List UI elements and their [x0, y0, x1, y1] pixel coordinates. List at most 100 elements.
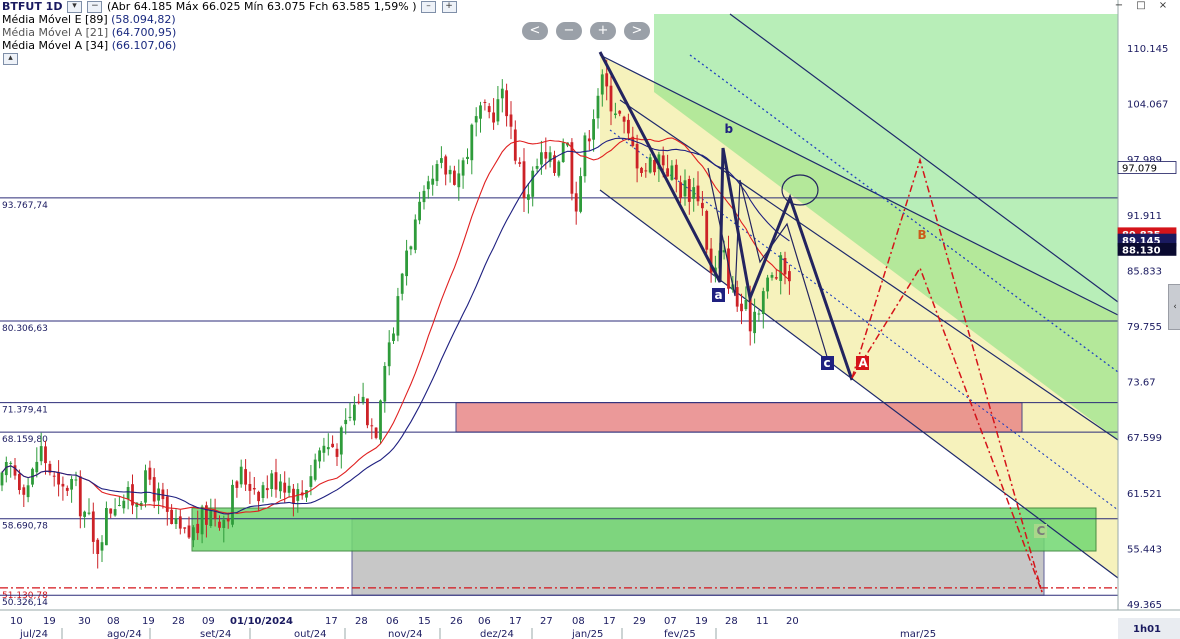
candle-body[interactable]: [405, 250, 408, 277]
candle-body[interactable]: [96, 539, 100, 554]
candle-body[interactable]: [396, 296, 400, 336]
candle-body[interactable]: [696, 185, 700, 202]
candle-body[interactable]: [322, 445, 326, 453]
candle-body[interactable]: [213, 511, 217, 519]
candle-body[interactable]: [644, 170, 648, 172]
price-tag-0[interactable]: 97.079: [1122, 164, 1157, 175]
candle-body[interactable]: [496, 99, 500, 122]
candle-body[interactable]: [109, 508, 113, 514]
candle-body[interactable]: [235, 481, 239, 488]
candle-body[interactable]: [170, 509, 173, 524]
candle-body[interactable]: [409, 246, 413, 250]
candle-body[interactable]: [505, 90, 508, 117]
candle-body[interactable]: [270, 473, 274, 489]
wave-label-4[interactable]: B: [918, 228, 927, 242]
candle-body[interactable]: [26, 485, 30, 498]
candle-body[interactable]: [13, 465, 17, 476]
candle-body[interactable]: [540, 152, 543, 165]
price-chart[interactable]: 93.767,7480.306,6371.379,4168.159,8058.6…: [0, 0, 1180, 639]
candle-body[interactable]: [39, 446, 43, 462]
candle-body[interactable]: [244, 469, 247, 485]
candle-body[interactable]: [683, 180, 687, 197]
candle-body[interactable]: [165, 496, 169, 512]
wave-label-1[interactable]: b: [725, 122, 734, 136]
price-scale-handle[interactable]: ‹: [1168, 284, 1180, 330]
candle-body[interactable]: [252, 488, 256, 490]
candle-body[interactable]: [687, 179, 691, 202]
candle-body[interactable]: [527, 194, 530, 200]
interval-label[interactable]: 1h01: [1133, 624, 1161, 635]
green-support-zone[interactable]: [191, 507, 1097, 552]
candle-body[interactable]: [65, 487, 69, 491]
candle-body[interactable]: [513, 129, 517, 161]
candle-body[interactable]: [692, 187, 696, 199]
candle-body[interactable]: [574, 193, 578, 212]
candle-body[interactable]: [518, 162, 522, 164]
candle-body[interactable]: [313, 459, 317, 480]
candle-body[interactable]: [461, 160, 465, 176]
candle-body[interactable]: [622, 116, 626, 122]
candle-body[interactable]: [22, 487, 26, 495]
candle-body[interactable]: [231, 484, 234, 525]
candle-body[interactable]: [148, 467, 152, 480]
candle-body[interactable]: [200, 506, 204, 535]
candle-body[interactable]: [339, 427, 343, 455]
candle-body[interactable]: [78, 476, 82, 517]
candle-body[interactable]: [18, 473, 21, 490]
red-resistance-zone[interactable]: [455, 402, 1023, 433]
candle-body[interactable]: [531, 170, 535, 197]
candle-body[interactable]: [174, 518, 178, 524]
candle-body[interactable]: [400, 273, 404, 294]
candle-body[interactable]: [83, 511, 86, 517]
candle-body[interactable]: [287, 485, 291, 493]
candle-body[interactable]: [740, 303, 743, 312]
candle-body[interactable]: [122, 500, 126, 509]
price-tag-3[interactable]: 88.130: [1122, 245, 1161, 256]
candle-body[interactable]: [666, 168, 669, 177]
settings-icon[interactable]: ▾: [66, 1, 82, 13]
candle-body[interactable]: [105, 508, 108, 546]
candle-body[interactable]: [44, 446, 47, 464]
candle-body[interactable]: [753, 311, 756, 334]
candle-body[interactable]: [348, 416, 352, 418]
candle-body[interactable]: [466, 156, 469, 159]
candle-body[interactable]: [113, 509, 117, 516]
candle-body[interactable]: [187, 525, 191, 538]
collapse-icon[interactable]: −: [87, 1, 103, 13]
candle-body[interactable]: [579, 176, 582, 212]
candle-body[interactable]: [383, 366, 387, 402]
candle-body[interactable]: [509, 114, 513, 127]
candle-body[interactable]: [261, 485, 265, 498]
candle-body[interactable]: [744, 300, 748, 310]
candle-body[interactable]: [192, 527, 195, 541]
candle-body[interactable]: [392, 333, 395, 342]
candle-body[interactable]: [453, 170, 456, 185]
candle-body[interactable]: [183, 527, 187, 529]
candle-body[interactable]: [435, 164, 439, 182]
candle-body[interactable]: [735, 287, 739, 307]
candle-body[interactable]: [344, 419, 348, 425]
candle-body[interactable]: [470, 124, 474, 161]
candle-body[interactable]: [326, 447, 330, 450]
candle-body[interactable]: [661, 155, 665, 166]
candle-body[interactable]: [492, 112, 495, 123]
candle-body[interactable]: [779, 255, 783, 281]
candle-body[interactable]: [426, 181, 430, 190]
candle-body[interactable]: [500, 88, 504, 99]
candle-body[interactable]: [783, 258, 787, 275]
candle-body[interactable]: [444, 156, 448, 175]
candle-body[interactable]: [413, 219, 417, 250]
candle-body[interactable]: [265, 488, 269, 491]
candle-body[interactable]: [374, 427, 378, 438]
candle-body[interactable]: [196, 523, 200, 534]
candle-body[interactable]: [479, 105, 482, 119]
candle-body[interactable]: [770, 275, 774, 278]
candle-body[interactable]: [757, 313, 761, 315]
candle-body[interactable]: [705, 211, 709, 250]
candle-body[interactable]: [418, 201, 421, 221]
scroll-right-button[interactable]: >: [624, 22, 650, 40]
candle-body[interactable]: [357, 401, 361, 403]
candle-body[interactable]: [70, 479, 73, 490]
candle-body[interactable]: [218, 521, 221, 528]
candle-body[interactable]: [35, 461, 39, 473]
